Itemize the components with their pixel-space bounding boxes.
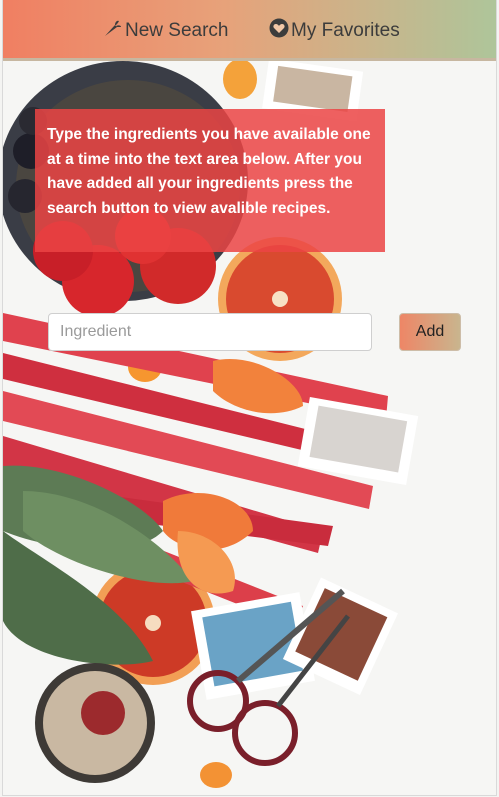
add-button[interactable]: Add: [399, 313, 461, 351]
heart-circle-icon: [269, 18, 291, 44]
carrot-icon: [103, 18, 125, 44]
nav-new-search[interactable]: New Search: [103, 18, 229, 44]
instructions-text: Type the ingredients you have available …: [47, 126, 371, 217]
instructions-box: Type the ingredients you have available …: [35, 109, 385, 252]
nav-my-favorites-label: My Favorites: [291, 20, 400, 41]
top-navbar: New Search My Favorites: [3, 0, 496, 61]
ingredient-input[interactable]: [48, 313, 372, 351]
nav-new-search-label: New Search: [125, 20, 229, 41]
nav-my-favorites[interactable]: My Favorites: [269, 18, 400, 44]
app-frame: New Search My Favorites Type the ingredi…: [2, 0, 497, 796]
